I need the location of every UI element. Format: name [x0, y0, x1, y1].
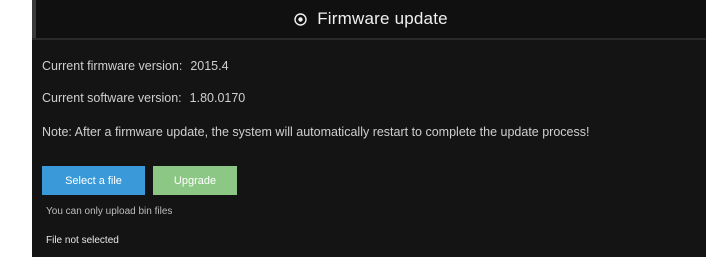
radio-circle-icon: [294, 12, 307, 26]
software-version-value: 1.80.0170: [189, 91, 246, 105]
header-divider: [32, 38, 706, 40]
file-status: File not selected: [46, 235, 119, 246]
panel-header: Firmware update: [32, 0, 706, 38]
software-version-row: Current software version: 1.80.0170: [42, 91, 245, 105]
firmware-version-row: Current firmware version: 2015.4: [42, 59, 229, 73]
page-title: Firmware update: [317, 9, 448, 28]
select-file-button[interactable]: Select a file: [42, 166, 145, 195]
firmware-version-label: Current firmware version:: [42, 59, 183, 73]
firmware-update-panel: Firmware update Current firmware version…: [32, 0, 706, 257]
upgrade-button[interactable]: Upgrade: [153, 166, 237, 195]
software-version-label: Current software version:: [42, 91, 182, 105]
firmware-version-value: 2015.4: [190, 59, 229, 73]
update-note: Note: After a firmware update, the syste…: [42, 125, 590, 139]
upload-hint: You can only upload bin files: [46, 206, 173, 217]
